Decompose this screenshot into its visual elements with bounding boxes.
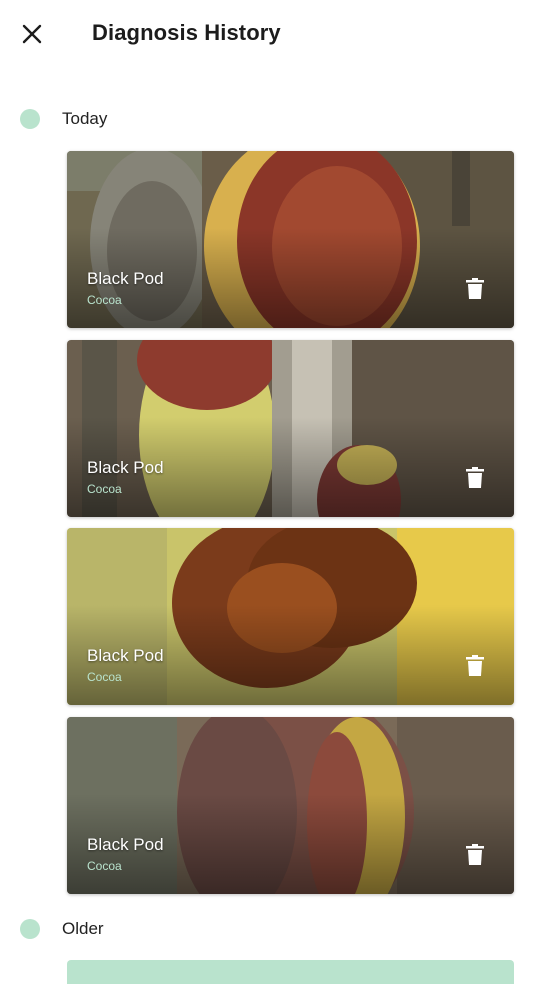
history-card[interactable]: Black Pod Cocoa <box>67 528 514 705</box>
section-today: Today <box>0 104 540 134</box>
delete-button[interactable] <box>463 654 487 678</box>
trash-icon <box>466 844 484 865</box>
crop-name: Cocoa <box>87 670 122 684</box>
section-label-today: Today <box>62 109 108 128</box>
app-bar: Diagnosis History <box>0 0 540 70</box>
trash-icon <box>466 467 484 488</box>
page-title: Diagnosis History <box>92 20 281 45</box>
trash-icon <box>466 278 484 299</box>
history-card[interactable]: Black Pod Cocoa <box>67 340 514 517</box>
timeline-dot <box>20 919 40 939</box>
crop-name: Cocoa <box>87 293 122 307</box>
section-label-older: Older <box>62 919 104 938</box>
close-button[interactable] <box>12 14 52 54</box>
delete-button[interactable] <box>463 466 487 490</box>
history-card[interactable]: Black Pod Cocoa <box>67 717 514 894</box>
delete-button[interactable] <box>463 843 487 867</box>
section-older: Older <box>0 914 540 944</box>
delete-button[interactable] <box>463 277 487 301</box>
close-icon <box>22 24 42 44</box>
crop-name: Cocoa <box>87 482 122 496</box>
history-card[interactable]: Black Pod Cocoa <box>67 151 514 328</box>
diagnosis-name: Black Pod <box>87 269 164 288</box>
trash-icon <box>466 655 484 676</box>
diagnosis-name: Black Pod <box>87 835 164 854</box>
crop-name: Cocoa <box>87 859 122 873</box>
diagnosis-name: Black Pod <box>87 458 164 477</box>
timeline-dot <box>20 109 40 129</box>
diagnosis-name: Black Pod <box>87 646 164 665</box>
older-card-partial[interactable] <box>67 960 514 984</box>
